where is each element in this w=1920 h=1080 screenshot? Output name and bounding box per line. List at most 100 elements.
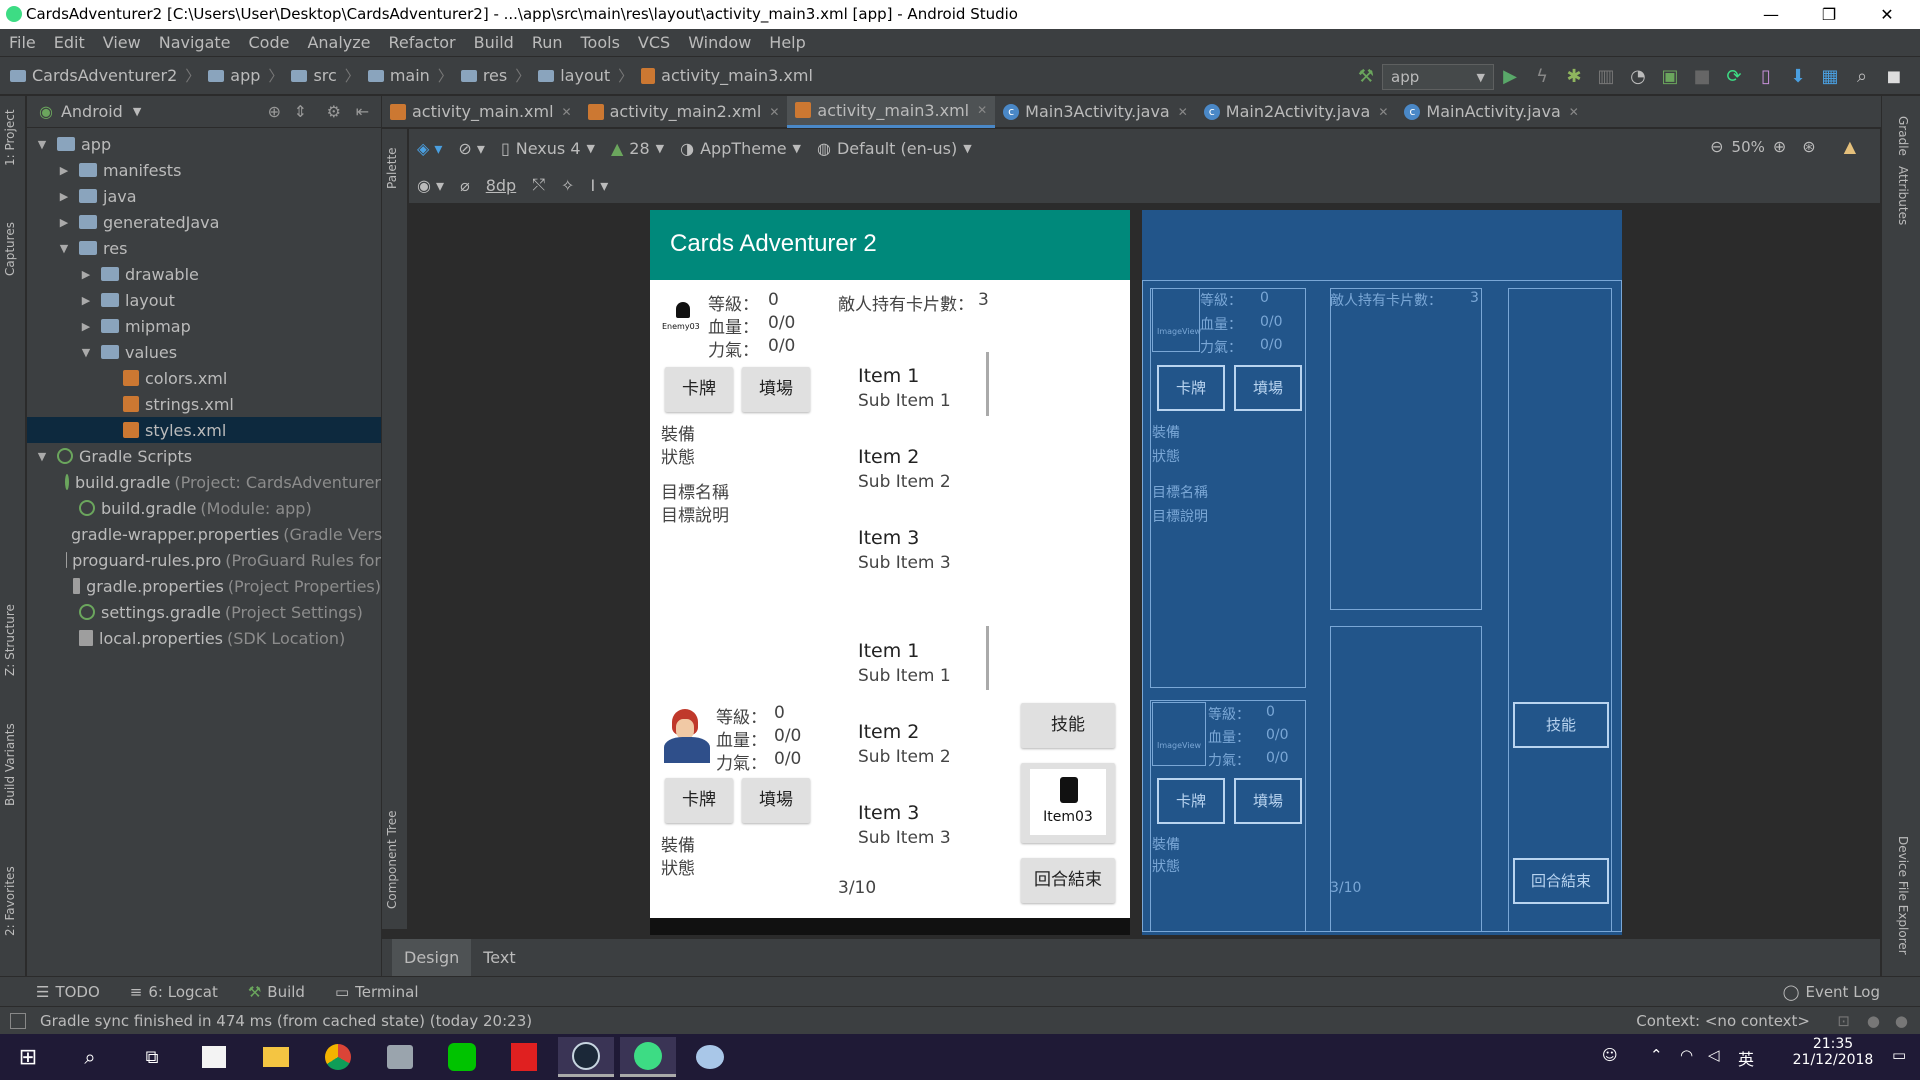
- palette-tab[interactable]: Palette: [385, 147, 399, 189]
- memory-icon[interactable]: ●: [1895, 1012, 1908, 1030]
- expanded-arrow-icon[interactable]: ▼: [35, 450, 49, 463]
- expanded-arrow-icon[interactable]: ▼: [57, 242, 71, 255]
- context-indicator[interactable]: Context: <no context>: [1636, 1012, 1810, 1030]
- tree-item[interactable]: gradle-wrapper.properties (Gradle Versio: [27, 521, 396, 547]
- store-icon[interactable]: [186, 1037, 242, 1077]
- editor-tab[interactable]: c Main2Activity.java ✕: [1196, 96, 1397, 128]
- expanded-arrow-icon[interactable]: ▼: [79, 346, 93, 359]
- tree-item[interactable]: styles.xml: [27, 417, 381, 443]
- tree-item[interactable]: ▶ generatedJava: [27, 209, 381, 235]
- avd-manager-icon[interactable]: ▯: [1756, 67, 1776, 87]
- breadcrumb-project[interactable]: CardsAdventurer2: [10, 66, 177, 85]
- skill-button[interactable]: 技能: [1021, 703, 1115, 748]
- device-file-explorer-tab[interactable]: Device File Explorer: [1896, 836, 1910, 955]
- tree-item[interactable]: gradle.properties (Project Properties): [27, 573, 381, 599]
- build-tool-button[interactable]: ⚒ Build: [248, 983, 305, 1001]
- todo-tool-button[interactable]: ☰ TODO: [36, 983, 100, 1001]
- app-icon[interactable]: [372, 1037, 428, 1077]
- menu-run[interactable]: Run: [523, 29, 572, 56]
- menu-help[interactable]: Help: [760, 29, 814, 56]
- steam-icon[interactable]: [558, 1037, 614, 1077]
- device-selector[interactable]: ▯ Nexus 4 ▼: [501, 139, 595, 158]
- close-tab-icon[interactable]: ✕: [977, 103, 987, 117]
- tree-item[interactable]: ▼ Gradle Scripts: [27, 443, 381, 469]
- tree-item[interactable]: ▶ manifests: [27, 157, 381, 183]
- editor-tab[interactable]: c MainActivity.java ✕: [1396, 96, 1586, 128]
- ime-indicator[interactable]: 英: [1738, 1046, 1754, 1070]
- menu-file[interactable]: File: [0, 29, 45, 56]
- tab-design[interactable]: Design: [392, 938, 472, 977]
- task-view-icon[interactable]: ⧉: [124, 1037, 180, 1077]
- zoom-fit-icon[interactable]: ⊛: [1802, 137, 1815, 156]
- collapsed-arrow-icon[interactable]: ▶: [57, 216, 71, 229]
- editor-tab[interactable]: activity_main2.xml ✕: [580, 96, 788, 128]
- layers-icon[interactable]: ◈ ▾: [417, 139, 442, 158]
- maximize-button[interactable]: ❐: [1800, 0, 1858, 29]
- view-options-icon[interactable]: ◉ ▾: [417, 176, 444, 195]
- menu-code[interactable]: Code: [240, 29, 299, 56]
- paint-icon[interactable]: [682, 1037, 738, 1077]
- collapse-icon[interactable]: ⇕: [294, 102, 307, 121]
- player-grave-button[interactable]: 墳場: [742, 778, 810, 823]
- chevron-down-icon[interactable]: ▼: [133, 105, 141, 118]
- enemy-cards-button[interactable]: 卡牌: [665, 367, 733, 412]
- logcat-tool-button[interactable]: ≡ 6: Logcat: [130, 983, 218, 1001]
- tray-chevron-icon[interactable]: ⌃: [1650, 1046, 1663, 1064]
- tree-item[interactable]: ▼ res: [27, 235, 381, 261]
- structure-tool-tab[interactable]: Z: Structure: [3, 604, 17, 676]
- zoom-out-icon[interactable]: ⊖: [1710, 137, 1723, 156]
- sync-icon[interactable]: ⟳: [1724, 67, 1744, 87]
- component-tree-tab[interactable]: Component Tree: [385, 811, 399, 909]
- status-toggle-icon[interactable]: [10, 1012, 26, 1029]
- breadcrumb-main[interactable]: main: [367, 66, 430, 85]
- item-slot-button[interactable]: Item03: [1021, 763, 1115, 843]
- tree-item[interactable]: strings.xml: [27, 391, 381, 417]
- guidelines-icon[interactable]: Ι ▾: [590, 176, 608, 195]
- tree-item[interactable]: build.gradle (Module: app): [27, 495, 381, 521]
- warning-icon[interactable]: ▲: [1844, 137, 1856, 156]
- close-tab-icon[interactable]: ✕: [1178, 105, 1188, 119]
- close-button[interactable]: ✕: [1858, 0, 1916, 29]
- sdk-manager-icon[interactable]: ⬇: [1788, 67, 1808, 87]
- acrobat-icon[interactable]: [496, 1037, 552, 1077]
- hide-panel-icon[interactable]: ⇤: [356, 102, 369, 121]
- menu-build[interactable]: Build: [465, 29, 523, 56]
- apply-changes-icon[interactable]: ϟ: [1532, 67, 1552, 87]
- api-selector[interactable]: ▲ 28 ▼: [611, 139, 664, 158]
- editor-tab[interactable]: activity_main.xml ✕: [382, 96, 580, 128]
- breadcrumb-layout[interactable]: layout: [538, 66, 610, 85]
- editor-tab[interactable]: c Main3Activity.java ✕: [995, 96, 1196, 128]
- chrome-icon[interactable]: [310, 1037, 366, 1077]
- run-icon[interactable]: ▶: [1500, 67, 1520, 87]
- search-icon[interactable]: ⌕: [62, 1037, 118, 1077]
- default-margin[interactable]: 8dp: [486, 176, 517, 195]
- terminal-tool-button[interactable]: ▭ Terminal: [335, 983, 419, 1001]
- tree-item[interactable]: local.properties (SDK Location): [27, 625, 381, 651]
- editor-tab[interactable]: activity_main3.xml ✕: [787, 95, 996, 128]
- run-config-select[interactable]: app ▼: [1382, 64, 1494, 90]
- menu-refactor[interactable]: Refactor: [380, 29, 465, 56]
- account-icon[interactable]: ◼: [1884, 67, 1904, 87]
- locale-selector[interactable]: ◍ Default (en-us) ▼: [817, 139, 972, 158]
- close-tab-icon[interactable]: ✕: [562, 105, 572, 119]
- close-tab-icon[interactable]: ✕: [1378, 105, 1388, 119]
- close-tab-icon[interactable]: ✕: [1569, 105, 1579, 119]
- menu-navigate[interactable]: Navigate: [150, 29, 240, 56]
- breadcrumb-file[interactable]: activity_main3.xml: [641, 66, 813, 85]
- tab-text[interactable]: Text: [471, 939, 527, 977]
- tree-item[interactable]: ▶ layout: [27, 287, 381, 313]
- file-explorer-icon[interactable]: [248, 1037, 304, 1077]
- close-tab-icon[interactable]: ✕: [769, 105, 779, 119]
- android-studio-icon[interactable]: [620, 1037, 676, 1077]
- menu-edit[interactable]: Edit: [45, 29, 94, 56]
- menu-analyze[interactable]: Analyze: [298, 29, 379, 56]
- breadcrumb-res[interactable]: res: [460, 66, 507, 85]
- expanded-arrow-icon[interactable]: ▼: [35, 138, 49, 151]
- player-list-scrollbar[interactable]: [986, 626, 989, 690]
- collapsed-arrow-icon[interactable]: ▶: [57, 164, 71, 177]
- favorites-tool-tab[interactable]: 2: Favorites: [3, 866, 17, 936]
- profile-icon[interactable]: ◔: [1628, 67, 1648, 87]
- player-cards-button[interactable]: 卡牌: [665, 778, 733, 823]
- lock-icon[interactable]: ⊡: [1837, 1012, 1850, 1030]
- start-icon[interactable]: ⊞: [0, 1037, 56, 1077]
